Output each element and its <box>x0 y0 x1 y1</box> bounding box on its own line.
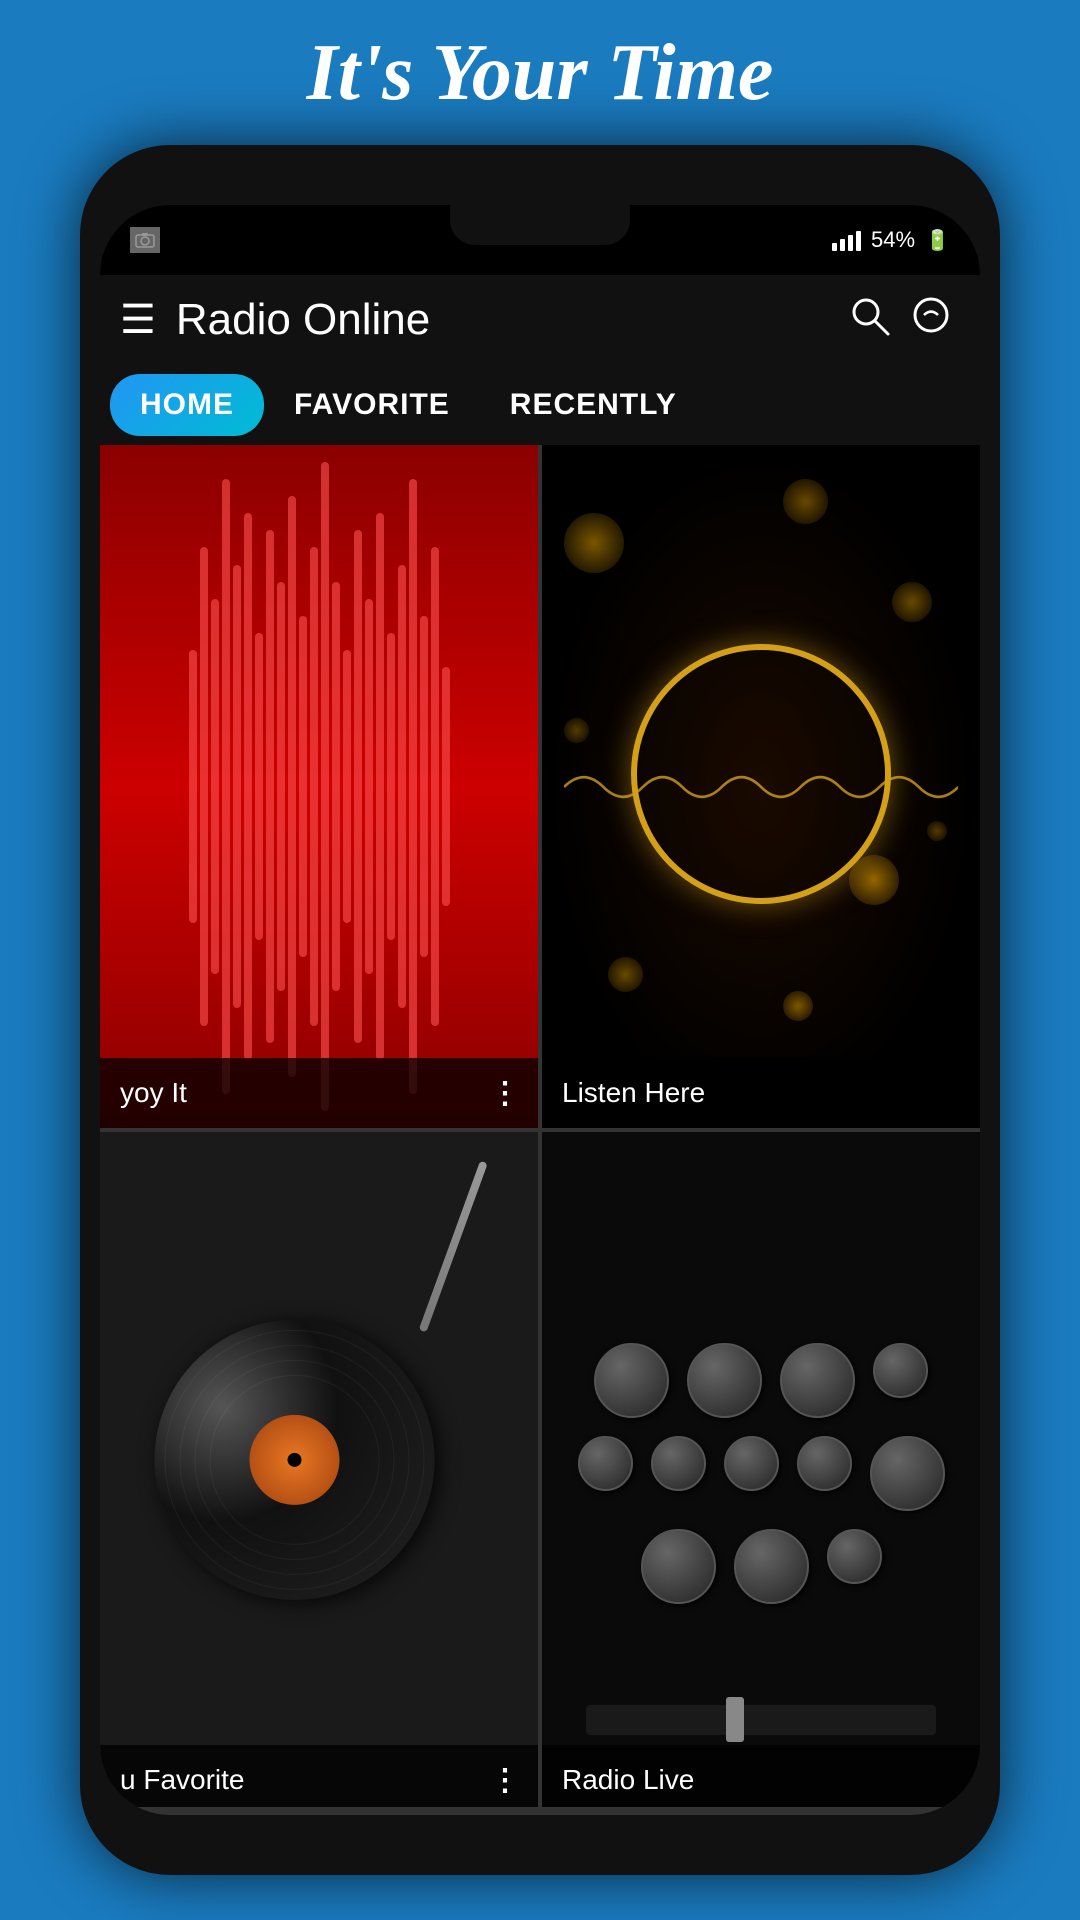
content-grid: yoy It ⋮ <box>100 445 980 1815</box>
knob <box>870 1436 945 1511</box>
grid-item-3[interactable]: u Favorite ⋮ <box>100 1132 538 1815</box>
knob <box>734 1529 809 1604</box>
fader-handle <box>726 1697 744 1742</box>
bottom-nav-bar <box>100 1807 980 1815</box>
extra-icon[interactable] <box>910 294 960 346</box>
item-4-bg <box>542 1132 980 1815</box>
knob <box>724 1436 779 1491</box>
header-icons <box>848 294 960 346</box>
fader <box>586 1705 936 1735</box>
knob <box>651 1436 706 1491</box>
grid-item-1[interactable]: yoy It ⋮ <box>100 445 538 1128</box>
item-1-bg <box>100 445 538 1128</box>
item-3-bg <box>100 1132 538 1815</box>
phone-screen: 54% 🔋 ☰ Radio Online <box>100 205 980 1815</box>
bokeh-dot <box>892 582 932 622</box>
item-1-more-btn[interactable]: ⋮ <box>490 1076 518 1111</box>
notch <box>450 205 630 245</box>
item-1-label: yoy It ⋮ <box>100 1058 538 1128</box>
status-bar: 54% 🔋 <box>100 205 980 275</box>
bokeh-dot <box>849 855 899 905</box>
knob <box>641 1529 716 1604</box>
knob <box>827 1529 882 1584</box>
red-waves <box>100 445 538 1128</box>
hamburger-menu-icon[interactable]: ☰ <box>120 300 156 340</box>
vinyl-record <box>123 1288 466 1631</box>
bokeh-dot <box>608 957 643 992</box>
item-2-label: Listen Here <box>542 1058 980 1128</box>
tab-bar: HOME FAVORITE RECENTLY <box>100 365 980 445</box>
tab-recently[interactable]: RECENTLY <box>480 374 707 436</box>
tab-favorite[interactable]: FAVORITE <box>264 374 480 436</box>
knob <box>797 1436 852 1491</box>
bokeh-dot <box>564 513 624 573</box>
knob <box>687 1343 762 1418</box>
phone-frame: 54% 🔋 ☰ Radio Online <box>80 145 1000 1875</box>
tab-home[interactable]: HOME <box>110 374 264 436</box>
knob <box>594 1343 669 1418</box>
grid-item-2[interactable]: Listen Here <box>542 445 980 1128</box>
item-2-bg <box>542 445 980 1128</box>
search-icon[interactable] <box>848 294 890 346</box>
vinyl-hole <box>286 1451 303 1468</box>
tonearm <box>419 1161 488 1333</box>
knob <box>873 1343 928 1398</box>
bokeh-dot <box>783 991 813 1021</box>
item-4-label: Radio Live <box>542 1745 980 1815</box>
app-header: ☰ Radio Online <box>100 275 980 365</box>
grid-item-4[interactable]: Radio Live <box>542 1132 980 1815</box>
knob <box>780 1343 855 1418</box>
item-3-label: u Favorite ⋮ <box>100 1745 538 1815</box>
bokeh-dot <box>783 479 828 524</box>
battery-icon: 🔋 <box>925 228 950 253</box>
gold-wave-svg <box>564 760 958 813</box>
status-left <box>130 227 160 253</box>
bokeh-dot <box>564 718 589 743</box>
item-3-more-btn[interactable]: ⋮ <box>490 1763 518 1798</box>
bokeh-dot <box>927 821 947 841</box>
tagline: It's Your Time <box>0 28 1080 119</box>
app-title: Radio Online <box>176 295 848 345</box>
knob <box>578 1436 633 1491</box>
status-right: 54% 🔋 <box>832 227 950 253</box>
battery-percent: 54% <box>871 227 915 253</box>
signal-icon <box>832 229 861 251</box>
photo-icon <box>130 227 160 253</box>
